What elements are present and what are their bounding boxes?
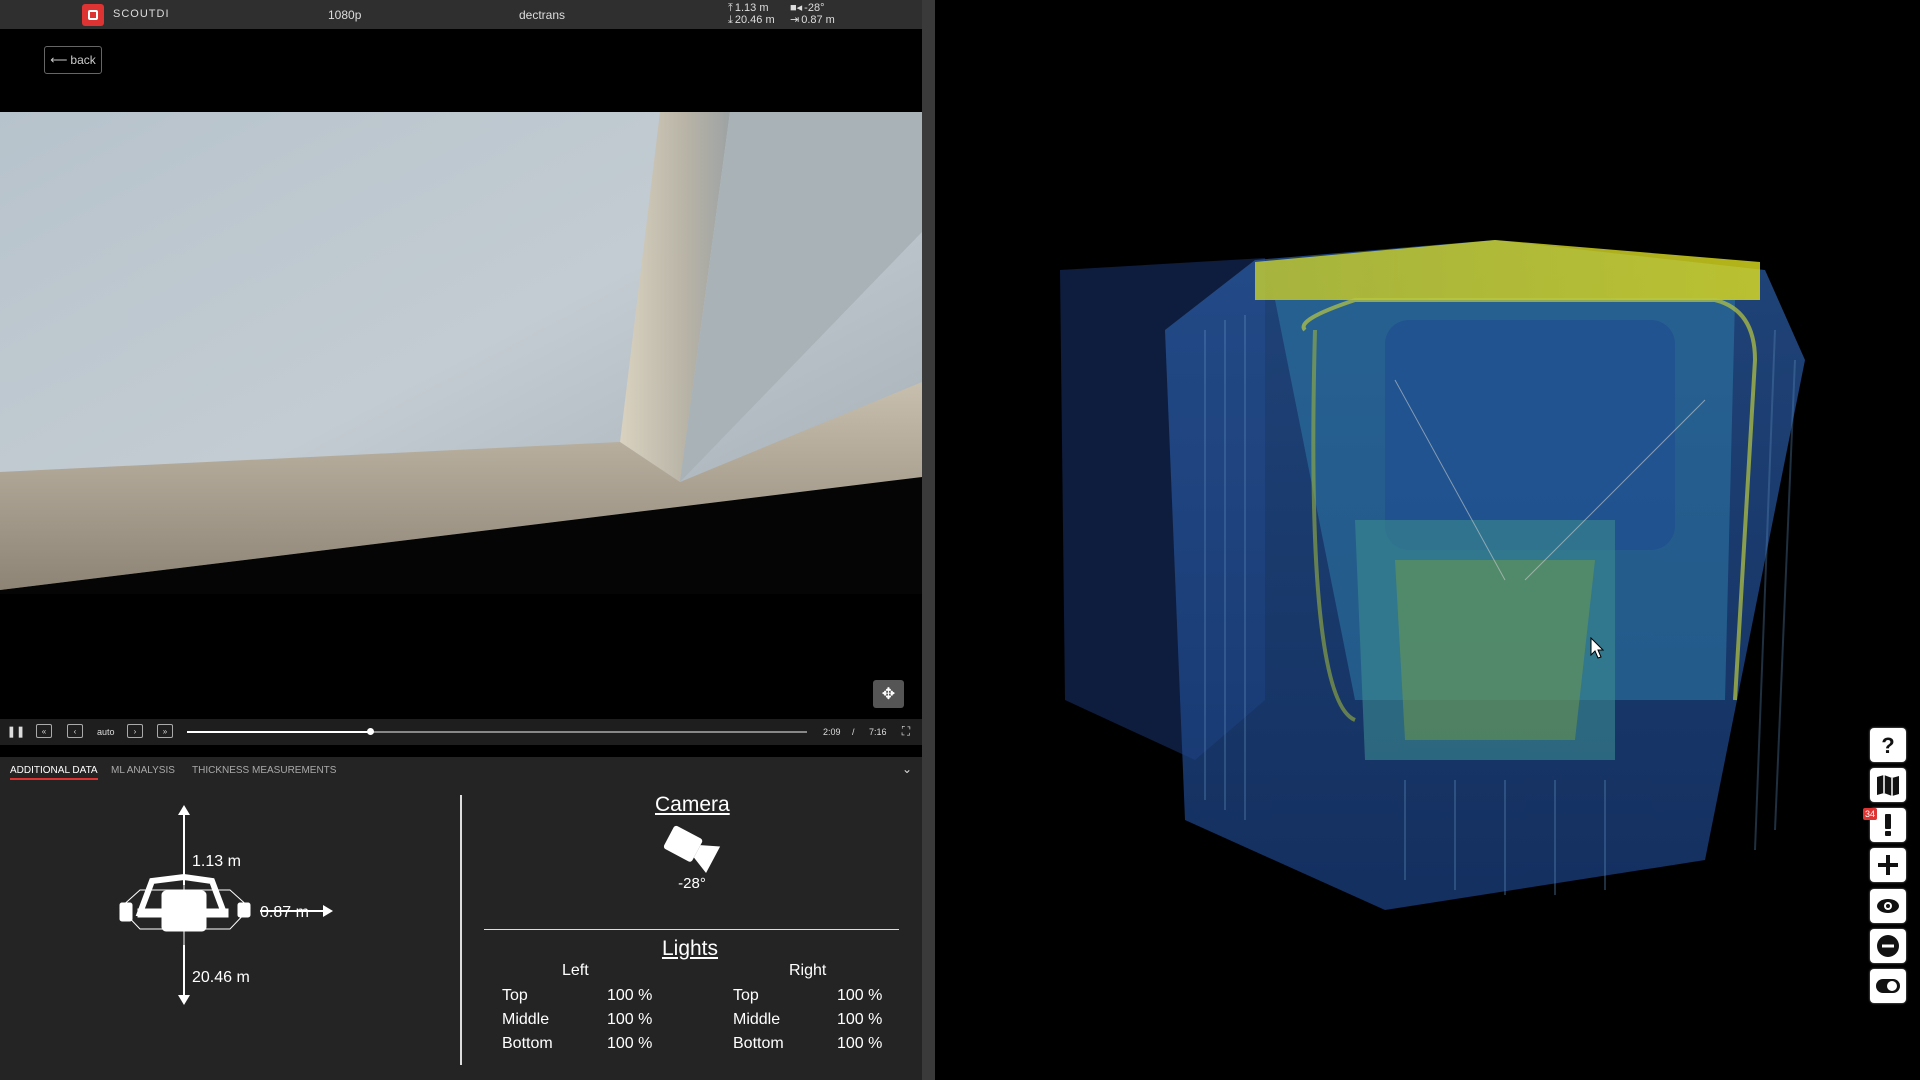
alert-count-badge: 34	[1863, 808, 1877, 820]
camera-icon	[663, 825, 721, 873]
help-icon: ?	[1881, 733, 1894, 758]
camera-title: Camera	[655, 793, 730, 816]
tab-thickness-measurements[interactable]: THICKNESS MEASUREMENTS	[192, 765, 336, 776]
drone-icon	[119, 873, 251, 945]
up-arrow-icon: ⤒	[728, 2, 733, 14]
auto-button[interactable]: auto	[97, 727, 115, 737]
video-image	[0, 112, 922, 594]
light-label: Middle	[502, 1011, 550, 1028]
side-arrow-icon: ⇥	[790, 14, 800, 26]
dimension-down: 20.46 m	[192, 969, 250, 986]
position-readout: ⤒ 1.13 m ■◂ -28° ⤓ 20.46 m ⇥ 0.87 m	[728, 2, 842, 26]
step-back-icon[interactable]: ‹	[67, 724, 83, 738]
dimension-side: 0.87 m	[260, 904, 309, 921]
alert-icon	[1885, 814, 1891, 836]
lights-left-header: Left	[562, 962, 589, 979]
current-time: 2:09	[823, 727, 841, 737]
time-separator: /	[852, 727, 855, 737]
seek-bar[interactable]	[187, 728, 807, 735]
user-label: dectrans	[519, 8, 566, 22]
move-icon[interactable]: ✥	[873, 680, 904, 708]
logo-text: SCOUTDI	[113, 8, 170, 20]
step-forward-icon[interactable]: ›	[127, 724, 143, 738]
fast-forward-icon[interactable]: »	[157, 724, 173, 738]
toggle-icon	[1876, 979, 1900, 993]
light-label: Top	[502, 987, 528, 1004]
lights-right-header: Right	[789, 962, 827, 979]
section-divider	[484, 929, 899, 930]
light-value: 100 %	[837, 987, 883, 1004]
pause-icon[interactable]: ❚❚	[7, 724, 25, 738]
resolution-label: 1080p	[328, 8, 362, 22]
dimension-up: 1.13 m	[192, 853, 241, 870]
visibility-button[interactable]	[1870, 889, 1906, 923]
plus-icon	[1878, 855, 1898, 875]
chevron-down-icon[interactable]: ⌄	[902, 762, 912, 776]
zoom-in-button[interactable]	[1870, 848, 1906, 882]
light-label: Top	[733, 987, 759, 1004]
video-controls: ❚❚ « ‹ auto › » 2:09 / 7:16 ⛶	[0, 719, 922, 745]
point-cloud-view[interactable]	[935, 0, 1920, 1080]
seek-thumb[interactable]	[366, 728, 374, 735]
pos-down: 20.46 m	[734, 14, 775, 26]
camera-icon: ■◂	[790, 2, 803, 14]
data-tabs: ADDITIONAL DATA ML ANALYSIS THICKNESS ME…	[0, 757, 922, 781]
point-cloud-model	[1060, 240, 1805, 910]
down-arrow-icon: ⤓	[728, 14, 733, 26]
panel-divider	[460, 795, 462, 1065]
lights-title: Lights	[661, 937, 719, 960]
light-label: Middle	[733, 1011, 781, 1028]
rewind-icon[interactable]: «	[36, 724, 52, 738]
fullscreen-icon[interactable]: ⛶	[898, 724, 914, 738]
map-button[interactable]	[1870, 768, 1906, 802]
tab-additional-data[interactable]: ADDITIONAL DATA	[10, 765, 98, 780]
help-button[interactable]: ?	[1870, 728, 1906, 762]
additional-data-panel: 1.13 m 0.87 m 20.46 m Camera -28° Lights…	[0, 781, 922, 1080]
light-value: 100 %	[837, 1035, 883, 1052]
light-value: 100 %	[607, 987, 653, 1004]
logo-icon	[82, 4, 104, 26]
top-bar: SCOUTDI 1080p dectrans ⤒ 1.13 m ■◂ -28° ⤓ 2…	[0, 0, 922, 29]
light-value: 100 %	[607, 1011, 653, 1028]
light-label: Bottom	[502, 1035, 553, 1052]
pos-side: 0.87 m	[801, 14, 835, 26]
svg-text:?: ?	[1881, 733, 1894, 758]
eye-icon	[1877, 899, 1899, 913]
light-value: 100 %	[837, 1011, 883, 1028]
map-icon	[1877, 775, 1899, 796]
video-frame[interactable]	[0, 112, 922, 594]
video-pane: SCOUTDI 1080p dectrans ⤒ 1.13 m ■◂ -28° ⤓ 2…	[0, 0, 922, 1080]
tab-ml-analysis[interactable]: ML ANALYSIS	[111, 765, 175, 776]
arrow-left-icon: ⟵	[50, 53, 68, 67]
pos-up: 1.13 m	[734, 2, 769, 14]
back-label: back	[70, 53, 96, 67]
seek-progress	[187, 731, 370, 733]
mouse-cursor-icon	[1590, 637, 1604, 659]
zoom-out-button[interactable]	[1870, 929, 1906, 963]
light-value: 100 %	[607, 1035, 653, 1052]
pane-divider[interactable]	[922, 0, 935, 1080]
total-time: 7:16	[869, 727, 887, 737]
toggle-button[interactable]	[1870, 969, 1906, 1003]
pos-camera-angle: -28°	[804, 2, 825, 14]
minus-icon	[1877, 935, 1899, 957]
camera-angle: -28°	[678, 875, 706, 892]
back-button[interactable]: ⟵ back	[44, 46, 102, 74]
light-label: Bottom	[733, 1035, 784, 1052]
